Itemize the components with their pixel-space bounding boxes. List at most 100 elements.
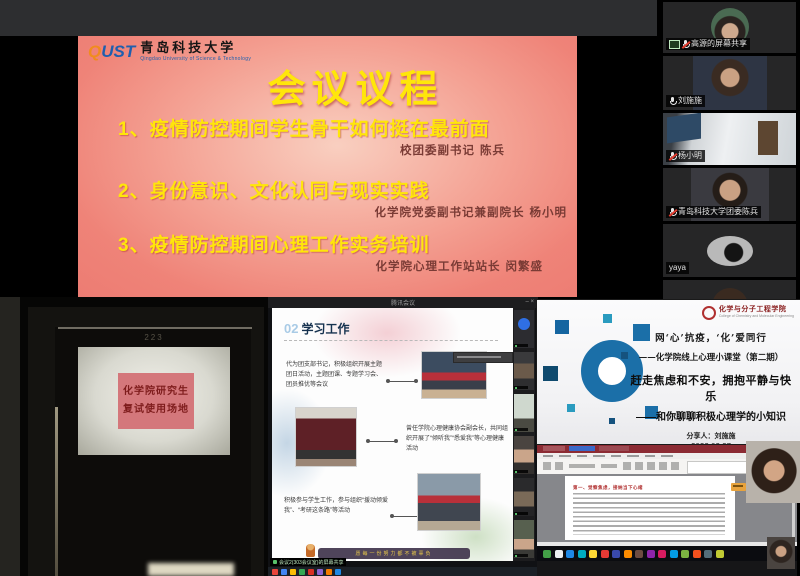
inner-window-title: 腾讯会议 — [391, 298, 415, 307]
participant-label: 青岛科技大学团委陈兵 — [666, 206, 761, 218]
participant-tile-yangxiaoming[interactable]: 杨小明 — [663, 113, 796, 165]
inner-taskbar — [268, 567, 538, 576]
inner-slide-paragraph-1: 代为团支部书记，积极组织开展主题团日活动，主题团课、专题学习会、团员推优等会议 — [286, 360, 386, 391]
app-icon[interactable] — [589, 550, 597, 558]
participant-name: 杨小明 — [678, 151, 702, 161]
window-controls[interactable]: – × — [525, 299, 534, 305]
windows-taskbar[interactable] — [537, 546, 797, 561]
participant-tile-gaoyuan[interactable]: 高源的屏幕共享 — [663, 2, 796, 53]
presenter-webcam-overlay[interactable] — [746, 441, 800, 503]
door-sign: 化学院研究生 复试使用场地 — [118, 373, 194, 429]
inner-participant-tile[interactable] — [514, 520, 534, 558]
app-icon[interactable] — [272, 569, 278, 575]
app-icon[interactable] — [658, 550, 666, 558]
app-icon[interactable] — [612, 550, 620, 558]
shared-screen-top-bar — [0, 0, 657, 36]
inner-slide-photo-3 — [418, 474, 480, 530]
wall — [0, 297, 20, 576]
inner-slide-title: 02学习工作 — [284, 320, 349, 337]
screen-share-icon — [669, 40, 680, 49]
lecture-subtitle: ——和你聊聊积极心理学的小知识 — [627, 408, 795, 423]
app-icon[interactable] — [647, 550, 655, 558]
university-name: 青岛科技大学 — [140, 42, 251, 56]
doc-page: 第一、觉察焦虑，接纳当下心绪 — [565, 476, 735, 540]
meeting-window: QUST 青岛科技大学 Qingdao University of Scienc… — [0, 0, 800, 576]
video-feed-lecture-slide[interactable]: 化学与分子工程学院 College of Chemistry and Molec… — [537, 300, 800, 444]
mic-muted-icon — [669, 152, 676, 161]
doc-styles-gallery[interactable] — [687, 461, 747, 474]
participant-tile-yaya[interactable]: yaya — [663, 224, 796, 277]
college-logo: 化学与分子工程学院 College of Chemistry and Molec… — [702, 306, 794, 320]
mascot-icon — [306, 544, 315, 557]
app-icon[interactable] — [299, 569, 305, 575]
network-warning-icon — [731, 483, 746, 491]
college-name: 化学与分子工程学院 — [719, 306, 794, 314]
participant-tile-liushishi[interactable]: 刘施施 — [663, 56, 796, 110]
agenda-item-1: 1、疫情防控期间学生骨干如何挺在最前面 — [78, 114, 577, 141]
participant-label: 高源的屏幕共享 — [666, 38, 750, 50]
agenda-credit-1: 校团委副书记 陈兵 — [78, 142, 577, 158]
app-icon[interactable] — [578, 550, 586, 558]
app-icon[interactable] — [543, 550, 551, 558]
app-icon[interactable] — [704, 550, 712, 558]
participant-name: 高源的屏幕共享 — [691, 39, 747, 49]
participant-name: 青岛科技大学团委陈兵 — [678, 207, 758, 217]
taskbar-webcam-thumbnail — [767, 537, 795, 569]
inner-participant-tile[interactable] — [514, 352, 534, 390]
inner-participant-tile[interactable] — [514, 310, 534, 348]
app-icon[interactable] — [693, 550, 701, 558]
mic-muted-icon — [669, 208, 676, 217]
inner-participant-tile[interactable] — [514, 436, 534, 474]
app-icon[interactable] — [317, 569, 323, 575]
inner-window-titlebar: 腾讯会议 – × — [268, 297, 538, 308]
app-icon[interactable] — [290, 569, 296, 575]
app-icon[interactable] — [716, 550, 724, 558]
inner-slide-paragraph-3: 积极参与学生工作，参与组织“援动倾爱我”、“考研这条路”等活动 — [284, 496, 388, 516]
app-icon[interactable] — [281, 569, 287, 575]
agenda-credit-2: 化学院党委副书记兼副院长 杨小明 — [78, 204, 577, 220]
college-name-en: College of Chemistry and Molecular Engin… — [719, 314, 794, 319]
app-icon[interactable] — [555, 550, 563, 558]
agenda-item-3: 3、疫情防控期间心理工作实务培训 — [78, 230, 577, 257]
lecture-title: 赶走焦虑和不安，拥抱平静与快乐 — [627, 372, 795, 404]
app-icon[interactable] — [681, 550, 689, 558]
app-icon[interactable] — [624, 550, 632, 558]
lecture-series: ——化学院线上心理小课堂（第二期） — [627, 351, 795, 363]
inner-name-tooltip — [454, 353, 512, 362]
participant-label: 杨小明 — [666, 150, 705, 162]
lecture-presenter: 分享人：刘施施 — [627, 431, 795, 441]
shared-slide-agenda: QUST 青岛科技大学 Qingdao University of Scienc… — [78, 36, 577, 297]
app-icon[interactable] — [335, 569, 341, 575]
app-icon[interactable] — [601, 550, 609, 558]
doc-active-tab[interactable] — [569, 446, 595, 451]
agenda-item-2: 2、身份意识、文化认同与现实实践 — [78, 176, 577, 203]
doc-heading: 第一、觉察焦虑，接纳当下心绪 — [573, 485, 643, 491]
app-icon[interactable] — [566, 550, 574, 558]
participant-name: yaya — [669, 263, 686, 273]
mic-on-icon — [669, 97, 676, 106]
video-feed-screen-share[interactable]: 腾讯会议 – × 02学习工作 代为团支部书记，积极组织开展主题团日活动，主题团… — [268, 297, 538, 576]
participant-name: 刘施施 — [678, 96, 702, 106]
participant-label: 刘施施 — [666, 95, 705, 107]
agenda-credit-3: 化学院心理工作站站长 闵繁盛 — [78, 258, 577, 274]
app-icon[interactable] — [308, 569, 314, 575]
mic-muted-icon — [682, 40, 689, 49]
inner-participant-tile[interactable] — [514, 394, 534, 432]
room-number: 223 — [78, 333, 230, 342]
video-feed-door-room[interactable]: 223 化学院研究生 复试使用场地 — [0, 297, 268, 576]
inner-participant-tile[interactable] — [514, 478, 534, 516]
app-icon[interactable] — [326, 569, 332, 575]
share-status-label: 会议2(303会议室)的屏幕共享 — [270, 558, 346, 566]
inner-slide-photo-2 — [296, 408, 356, 466]
agenda-title: 会议议程 — [78, 58, 577, 113]
doc-body-text — [573, 493, 725, 535]
inner-slide-paragraph-2: 曾任学院心理健康协会副会长，共同组织开展了“倾听我”“悉爱我”等心理健康活动 — [406, 424, 508, 455]
inner-participants-strip — [513, 308, 535, 561]
app-icon[interactable] — [670, 550, 678, 558]
sharing-indicator-icon — [273, 560, 277, 564]
app-icon[interactable] — [635, 550, 643, 558]
lecture-slogan: 网‘心’抗疫，‘化’爱同行 — [627, 330, 795, 344]
inner-slide: 02学习工作 代为团支部书记，积极组织开展主题团日活动，主题团课、专题学习会、团… — [272, 308, 513, 561]
participant-tile-chenbing[interactable]: 青岛科技大学团委陈兵 — [663, 168, 796, 221]
participant-label: yaya — [666, 262, 689, 274]
